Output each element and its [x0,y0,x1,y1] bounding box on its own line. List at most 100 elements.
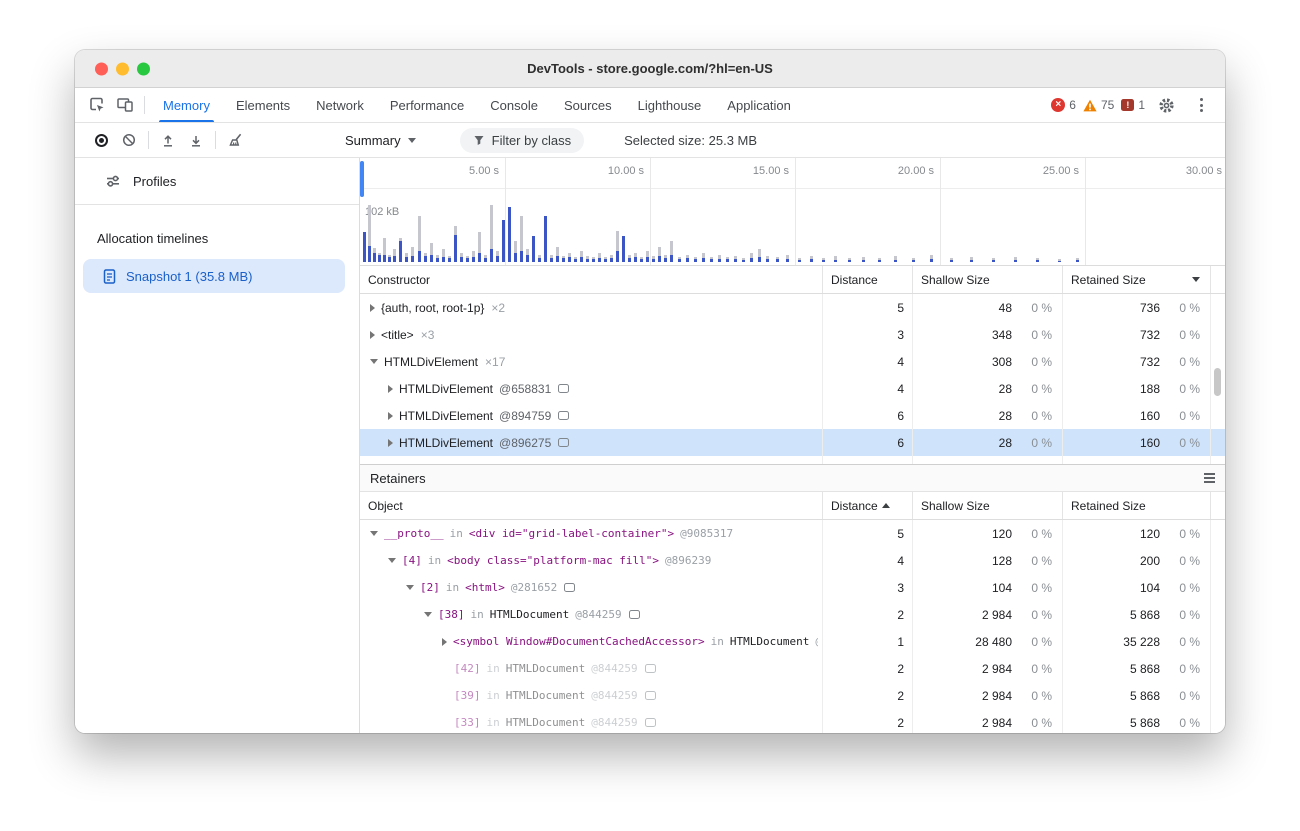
retainer-row[interactable]: [38]inHTMLDocument@84425922 9840 %5 8680… [360,601,1225,628]
tree-expand-icon[interactable] [388,412,393,420]
reveal-icon[interactable] [645,718,656,727]
tab-sources[interactable]: Sources [551,88,625,122]
retainer-row[interactable]: [42]inHTMLDocument@84425922 9840 %5 8680… [360,655,1225,682]
minimize-window-button[interactable] [116,62,129,75]
tab-application[interactable]: Application [714,88,804,122]
errors-badge[interactable]: × 6 [1051,98,1076,112]
live-bar [798,260,801,262]
constructor-row[interactable]: HTMLDivElement@6588314280 %1880 % [360,375,1225,402]
retainer-row[interactable]: [39]inHTMLDocument@84425922 9840 %5 8680… [360,682,1225,709]
load-profile-button[interactable] [154,127,182,153]
tab-lighthouse[interactable]: Lighthouse [625,88,715,122]
warning-count: 75 [1101,98,1114,112]
retainer-row[interactable]: <symbol Window#DocumentCachedAccessor>in… [360,628,1225,655]
scrollbar-thumb[interactable] [1214,368,1221,396]
reveal-icon[interactable] [558,384,569,393]
class-filter-input[interactable]: Filter by class [460,128,584,153]
retainer-row[interactable]: __proto__in<div id="grid-label-container… [360,520,1225,547]
reveal-icon[interactable] [629,610,640,619]
tab-memory[interactable]: Memory [150,88,223,122]
tree-collapse-icon[interactable] [406,585,414,590]
live-bar [393,256,396,262]
retainer-row[interactable]: [2]in<html>@28165231040 %1040 % [360,574,1225,601]
token-id: @844259 [815,635,818,648]
retainers-grid-header: Object Distance Shallow Size Retained Si… [360,492,1225,520]
record-button[interactable] [87,127,115,153]
scroll-gutter [1210,547,1225,574]
size-value: 200 [1063,554,1160,568]
column-header-retained-size[interactable]: Retained Size [1062,492,1210,519]
object-cell: {auth, root, root-1p}×2 [360,294,822,321]
column-header-shallow-size[interactable]: Shallow Size [912,492,1062,519]
timeline-tick-label: 5.00 s [469,165,499,177]
reveal-icon[interactable] [558,411,569,420]
retainer-row[interactable]: [4]in<body class="platform-mac fill">@89… [360,547,1225,574]
clear-all-broom-icon[interactable] [221,127,249,153]
constructor-name: HTMLDivElement [399,382,493,396]
size-value: 160 [1063,436,1160,450]
snapshot-icon [103,269,116,284]
column-header-shallow-size[interactable]: Shallow Size [912,266,1062,293]
token-id: @844259 [591,662,637,675]
column-header-distance[interactable]: Distance [822,492,912,519]
kebab-menu-icon[interactable] [1187,92,1215,118]
warnings-badge[interactable]: 75 [1083,98,1114,112]
tab-elements[interactable]: Elements [223,88,303,122]
constructor-row[interactable]: {auth, root, root-1p}×25480 %7360 % [360,294,1225,321]
constructor-row[interactable]: HTMLDivElement×1743080 %7320 % [360,348,1225,375]
issue-icon: ! [1121,99,1134,111]
tree-expand-icon[interactable] [442,638,447,646]
sidebar-item-snapshot-1[interactable]: Snapshot 1 (35.8 MB) [83,259,345,293]
live-bar [448,258,451,262]
size-percent: 0 % [1160,328,1210,342]
reveal-icon[interactable] [645,664,656,673]
column-header-distance[interactable]: Distance [822,266,912,293]
settings-gear-icon[interactable] [1152,92,1180,118]
reveal-icon[interactable] [564,583,575,592]
tree-expand-icon[interactable] [370,331,375,339]
tree-collapse-icon[interactable] [388,558,396,563]
tree-collapse-icon[interactable] [370,531,378,536]
scroll-gutter [1210,321,1225,348]
distance-cell [822,456,912,464]
retainer-row[interactable]: [33]inHTMLDocument@84425922 9840 %5 8680… [360,709,1225,733]
column-header-constructor[interactable]: Constructor [360,266,822,293]
close-window-button[interactable] [95,62,108,75]
tree-expand-icon[interactable] [388,439,393,447]
column-header-object[interactable]: Object [360,492,822,519]
token-kw: in [471,608,484,621]
clear-profiles-button[interactable] [115,127,143,153]
device-toolbar-button[interactable] [111,92,139,118]
issues-badge[interactable]: ! 1 [1121,98,1145,112]
size-percent: 0 % [1012,436,1062,450]
column-header-retained-size[interactable]: Retained Size [1062,266,1210,293]
selection-handle[interactable] [360,161,364,197]
size-percent: 0 % [1160,662,1210,676]
live-bar [598,258,601,262]
reveal-icon[interactable] [558,438,569,447]
tab-performance[interactable]: Performance [377,88,477,122]
perspective-select[interactable]: Summary [345,133,416,148]
zoom-window-button[interactable] [137,62,150,75]
constructor-row[interactable]: <title>×333480 %7320 % [360,321,1225,348]
constructor-row[interactable]: HTMLDivElement@8962756280 %1600 % [360,429,1225,456]
tab-console[interactable]: Console [477,88,551,122]
warning-icon [1083,99,1097,112]
sliders-icon [105,174,121,188]
tree-expand-icon[interactable] [388,385,393,393]
reveal-icon[interactable] [645,691,656,700]
save-profile-button[interactable] [182,127,210,153]
constructor-row[interactable]: HTMLDivElement@896318 [360,456,1225,464]
scroll-gutter [1210,655,1225,682]
constructor-row[interactable]: HTMLDivElement@8947596280 %1600 % [360,402,1225,429]
tree-collapse-icon[interactable] [370,359,378,364]
timeline-tick-label: 25.00 s [1043,165,1079,177]
timeline-overview[interactable]: 102 kB 5.00 s10.00 s15.00 s20.00 s25.00 … [360,158,1225,266]
inspect-element-button[interactable] [83,92,111,118]
tree-collapse-icon[interactable] [424,612,432,617]
live-bar [742,260,745,262]
tab-network[interactable]: Network [303,88,377,122]
retainers-menu-icon[interactable] [1204,471,1215,485]
live-bar [574,259,577,262]
tree-expand-icon[interactable] [370,304,375,312]
